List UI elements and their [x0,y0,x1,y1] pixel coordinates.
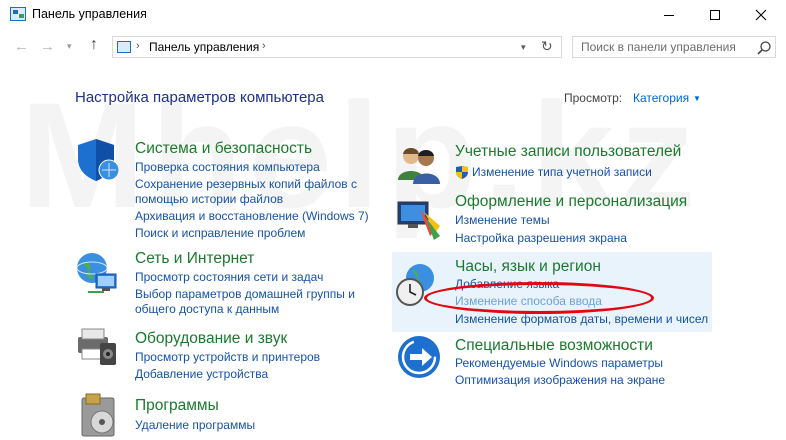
window-title: Панель управления [32,7,147,21]
category-system-security[interactable]: Система и безопасность [135,140,312,158]
users-icon [398,148,440,184]
navigation-bar: ← → ▾ ↑ › Панель управления › ▾ ↻ [0,30,786,64]
shield-icon [78,139,120,181]
link-check-computer-status[interactable]: Проверка состояния компьютера [135,160,320,175]
red-annotation-ellipse [424,282,654,314]
view-by-label: Просмотр: [564,91,623,105]
category-hardware-sound[interactable]: Оборудование и звук [135,330,287,348]
link-add-device[interactable]: Добавление устройства [135,367,268,382]
control-panel-small-icon [117,41,131,53]
network-globe-icon [76,253,117,293]
forward-arrow-icon[interactable]: → [40,38,55,55]
search-input[interactable] [573,37,753,57]
breadcrumb-chevron-icon[interactable]: › [262,40,266,52]
up-arrow-icon[interactable]: ↑ [90,36,98,54]
category-ease-of-access[interactable]: Специальные возможности [455,337,653,355]
link-change-account-type[interactable]: Изменение типа учетной записи [472,165,652,180]
breadcrumb-control-panel[interactable]: Панель управления [149,40,259,54]
minimize-icon [664,14,674,16]
maximize-button[interactable] [692,0,738,30]
category-network-internet[interactable]: Сеть и Интернет [135,250,254,268]
minimize-button[interactable] [646,0,692,30]
category-programs[interactable]: Программы [135,397,219,415]
link-network-status[interactable]: Просмотр состояния сети и задач [135,270,323,285]
link-recommended-settings[interactable]: Рекомендуемые Windows параметры [455,356,663,371]
link-change-theme[interactable]: Изменение темы [455,213,550,228]
link-file-history-backup[interactable]: Сохранение резервных копий файлов с [135,177,357,192]
view-by-dropdown[interactable]: Категория [633,91,689,105]
link-troubleshoot[interactable]: Поиск и исправление проблем [135,226,305,241]
link-screen-resolution[interactable]: Настройка разрешения экрана [455,231,627,246]
category-clock-language-region[interactable]: Часы, язык и регион [455,258,601,276]
link-file-history-backup-cont[interactable]: помощью истории файлов [135,192,283,207]
link-change-date-time-formats[interactable]: Изменение форматов даты, времени и чисел [455,312,708,327]
link-backup-restore-win7[interactable]: Архивация и восстановление (Windows 7) [135,209,369,224]
address-dropdown-chevron-icon[interactable]: ▾ [521,42,526,53]
appearance-monitor-icon [397,201,440,240]
page-title: Настройка параметров компьютера [75,89,324,106]
category-appearance-personalization[interactable]: Оформление и персонализация [455,193,687,211]
close-button[interactable] [738,0,784,30]
refresh-icon[interactable]: ↻ [541,38,553,55]
recent-locations-chevron-icon[interactable]: ▾ [67,41,72,52]
link-optimize-display[interactable]: Оптимизация изображения на экране [455,373,665,388]
search-box[interactable] [572,36,776,58]
chevron-down-icon[interactable]: ▼ [693,94,701,103]
close-icon [755,9,767,21]
programs-icon [81,393,115,437]
link-homegroup-sharing-cont[interactable]: общего доступа к данным [135,302,279,317]
search-icon[interactable] [756,40,772,56]
title-bar: Панель управления [0,0,786,30]
address-bar[interactable]: › Панель управления › ▾ ↻ [112,36,562,58]
link-homegroup-sharing[interactable]: Выбор параметров домашней группы и [135,287,355,302]
control-panel-icon [10,7,26,21]
ease-of-access-icon [398,336,440,378]
category-user-accounts[interactable]: Учетные записи пользователей [455,143,681,161]
maximize-icon [710,10,720,20]
printer-icon [78,328,116,365]
breadcrumb-chevron-icon[interactable]: › [136,40,140,52]
back-arrow-icon[interactable]: ← [14,38,29,55]
uac-shield-icon [456,166,468,179]
link-devices-printers[interactable]: Просмотр устройств и принтеров [135,350,320,365]
link-uninstall-program[interactable]: Удаление программы [135,418,255,433]
